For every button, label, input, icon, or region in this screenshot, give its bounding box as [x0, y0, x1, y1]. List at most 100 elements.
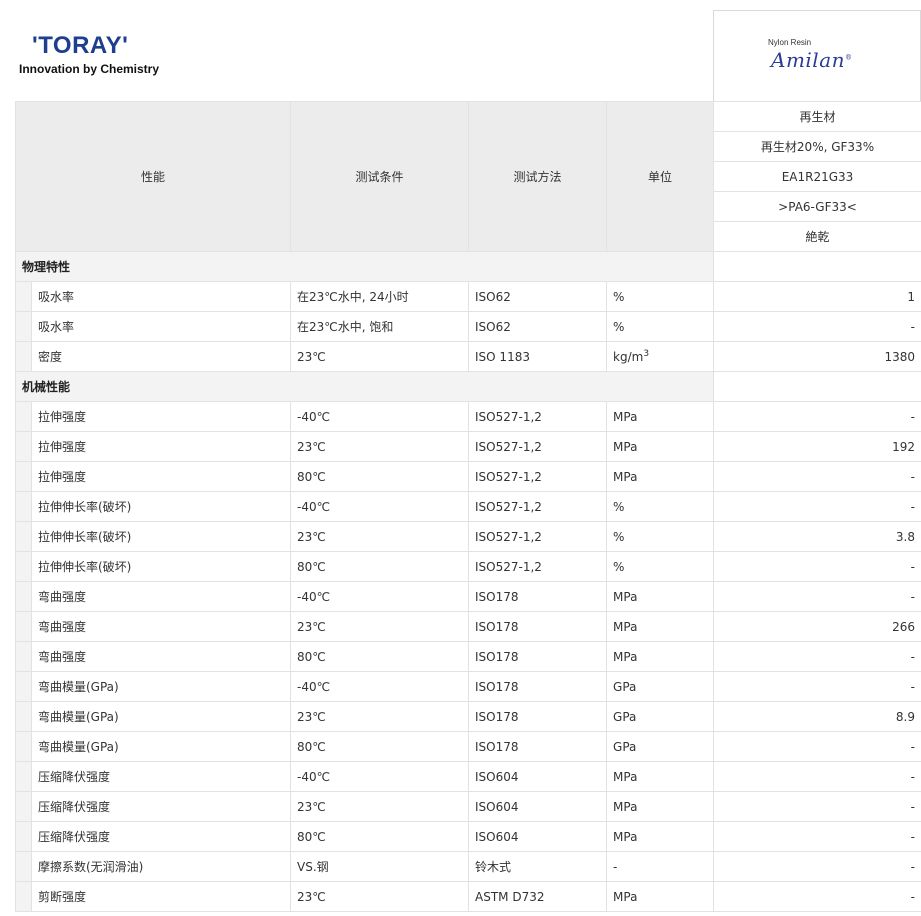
- property-cell: 拉伸强度: [30, 431, 292, 462]
- value-cell: 1380: [713, 341, 921, 372]
- row-indent: [15, 731, 32, 762]
- table-row: 压缩降伏强度 23℃ ISO604 MPa -: [15, 791, 921, 822]
- table-row: 密度 23℃ ISO 1183 kg/m3 1380: [15, 341, 921, 372]
- row-indent: [15, 821, 32, 852]
- grade-type: 再生材: [713, 101, 921, 132]
- condition-cell: 80℃: [290, 641, 470, 672]
- value-cell: -: [713, 551, 921, 582]
- method-cell: ISO178: [468, 731, 608, 762]
- properties-table-body: 性能 测试条件 测试方法 单位 再生材 再生材20%, GF33% EA1R21…: [14, 101, 921, 912]
- unit-cell: MPa: [606, 641, 715, 672]
- value-cell: -: [713, 731, 921, 762]
- method-cell: ISO62: [468, 281, 608, 312]
- property-cell: 弯曲模量(GPa): [30, 731, 292, 762]
- condition-cell: 23℃: [290, 791, 470, 822]
- property-cell: 吸水率: [30, 311, 292, 342]
- condition-cell: -40℃: [290, 761, 470, 792]
- property-cell: 摩擦系数(无润滑油): [30, 851, 292, 882]
- unit-cell: %: [606, 281, 715, 312]
- amilan-logo-box: Nylon Resin Amilan®: [713, 10, 921, 101]
- toray-logo: 'TORAY': [32, 32, 129, 59]
- property-cell: 拉伸伸长率(破坏): [30, 551, 292, 582]
- table-row: 拉伸伸长率(破坏) -40℃ ISO527-1,2% -: [15, 491, 921, 522]
- method-cell: ISO527-1,2: [468, 461, 608, 492]
- row-indent: [15, 401, 32, 432]
- table-row: 弯曲模量(GPa) 23℃ ISO178 GPa 8.9: [15, 701, 921, 732]
- value-cell: 1: [713, 281, 921, 312]
- row-indent: [15, 281, 32, 312]
- unit-cell: MPa: [606, 431, 715, 462]
- unit-text: MPa: [613, 589, 638, 604]
- unit-text: %: [613, 319, 625, 334]
- row-indent: [15, 551, 32, 582]
- section-value-blank: [713, 251, 921, 282]
- method-cell: ISO527-1,2: [468, 431, 608, 462]
- method-cell: ISO604: [468, 791, 608, 822]
- unit-cell: kg/m3: [606, 341, 715, 372]
- unit-text: kg/m: [613, 350, 644, 364]
- unit-cell: %: [606, 311, 715, 342]
- property-cell: 弯曲模量(GPa): [30, 701, 292, 732]
- unit-cell: MPa: [606, 761, 715, 792]
- unit-text: MPa: [613, 649, 638, 664]
- condition-cell: 23℃: [290, 431, 470, 462]
- condition-cell: -40℃: [290, 581, 470, 612]
- unit-cell: GPa: [606, 671, 715, 702]
- value-cell: 266: [713, 611, 921, 642]
- unit-text: MPa: [613, 829, 638, 844]
- amilan-logo-text: Amilan: [771, 48, 846, 72]
- value-cell: -: [713, 491, 921, 522]
- unit-text: GPa: [613, 739, 637, 754]
- method-cell: ISO527-1,2: [468, 401, 608, 432]
- grade-desc: 再生材20%, GF33%: [713, 131, 921, 162]
- section-header-row: 物理特性: [14, 251, 921, 282]
- unit-cell: %: [606, 521, 715, 552]
- table-row: 压缩降伏强度 80℃ ISO604 MPa -: [15, 821, 921, 852]
- table-row: 摩擦系数(无润滑油) VS.钢 铃木式 - -: [15, 851, 921, 882]
- method-cell: ISO62: [468, 311, 608, 342]
- method-cell: ISO527-1,2: [468, 491, 608, 522]
- table-row: 弯曲模量(GPa) 80℃ ISO178 GPa -: [15, 731, 921, 762]
- row-indent: [15, 461, 32, 492]
- property-cell: 压缩降伏强度: [30, 761, 292, 792]
- property-cell: 拉伸强度: [30, 461, 292, 492]
- value-cell: -: [713, 311, 921, 342]
- property-cell: 拉伸强度: [30, 401, 292, 432]
- table-row: 弯曲强度 23℃ ISO178 MPa 266: [15, 611, 921, 642]
- header-row: 性能 测试条件 测试方法 单位 再生材: [14, 101, 921, 252]
- condition-cell: 80℃: [290, 731, 470, 762]
- table-row: 拉伸伸长率(破坏) 80℃ ISO527-1,2% -: [15, 551, 921, 582]
- unit-text: MPa: [613, 769, 638, 784]
- unit-superscript: 3: [643, 349, 650, 359]
- value-cell: -: [713, 461, 921, 492]
- unit-text: MPa: [613, 889, 638, 904]
- row-indent: [15, 881, 32, 912]
- condition-cell: -40℃: [290, 491, 470, 522]
- table-row: 拉伸强度 80℃ ISO527-1,2 MPa -: [15, 461, 921, 492]
- unit-text: MPa: [613, 409, 638, 424]
- method-cell: 铃木式: [468, 851, 608, 882]
- row-indent: [15, 581, 32, 612]
- value-cell: -: [713, 851, 921, 882]
- unit-text: GPa: [613, 679, 637, 694]
- unit-cell: MPa: [606, 461, 715, 492]
- table-row: 吸水率 在23℃水中, 饱和 ISO62% -: [15, 311, 921, 342]
- condition-cell: 在23℃水中, 24小时: [290, 281, 470, 312]
- amilan-logo: Amilan®: [771, 48, 853, 72]
- unit-cell: GPa: [606, 731, 715, 762]
- condition-cell: 23℃: [290, 881, 470, 912]
- unit-cell: MPa: [606, 611, 715, 642]
- row-indent: [15, 431, 32, 462]
- unit-cell: MPa: [606, 881, 715, 912]
- method-cell: ISO178: [468, 701, 608, 732]
- row-indent: [15, 851, 32, 882]
- value-cell: -: [713, 401, 921, 432]
- property-cell: 密度: [30, 341, 292, 372]
- value-cell: 3.8: [713, 521, 921, 552]
- unit-cell: GPa: [606, 701, 715, 732]
- unit-text: GPa: [613, 709, 637, 724]
- property-cell: 拉伸伸长率(破坏): [30, 521, 292, 552]
- row-indent: [15, 641, 32, 672]
- value-cell: -: [713, 671, 921, 702]
- condition-cell: -40℃: [290, 671, 470, 702]
